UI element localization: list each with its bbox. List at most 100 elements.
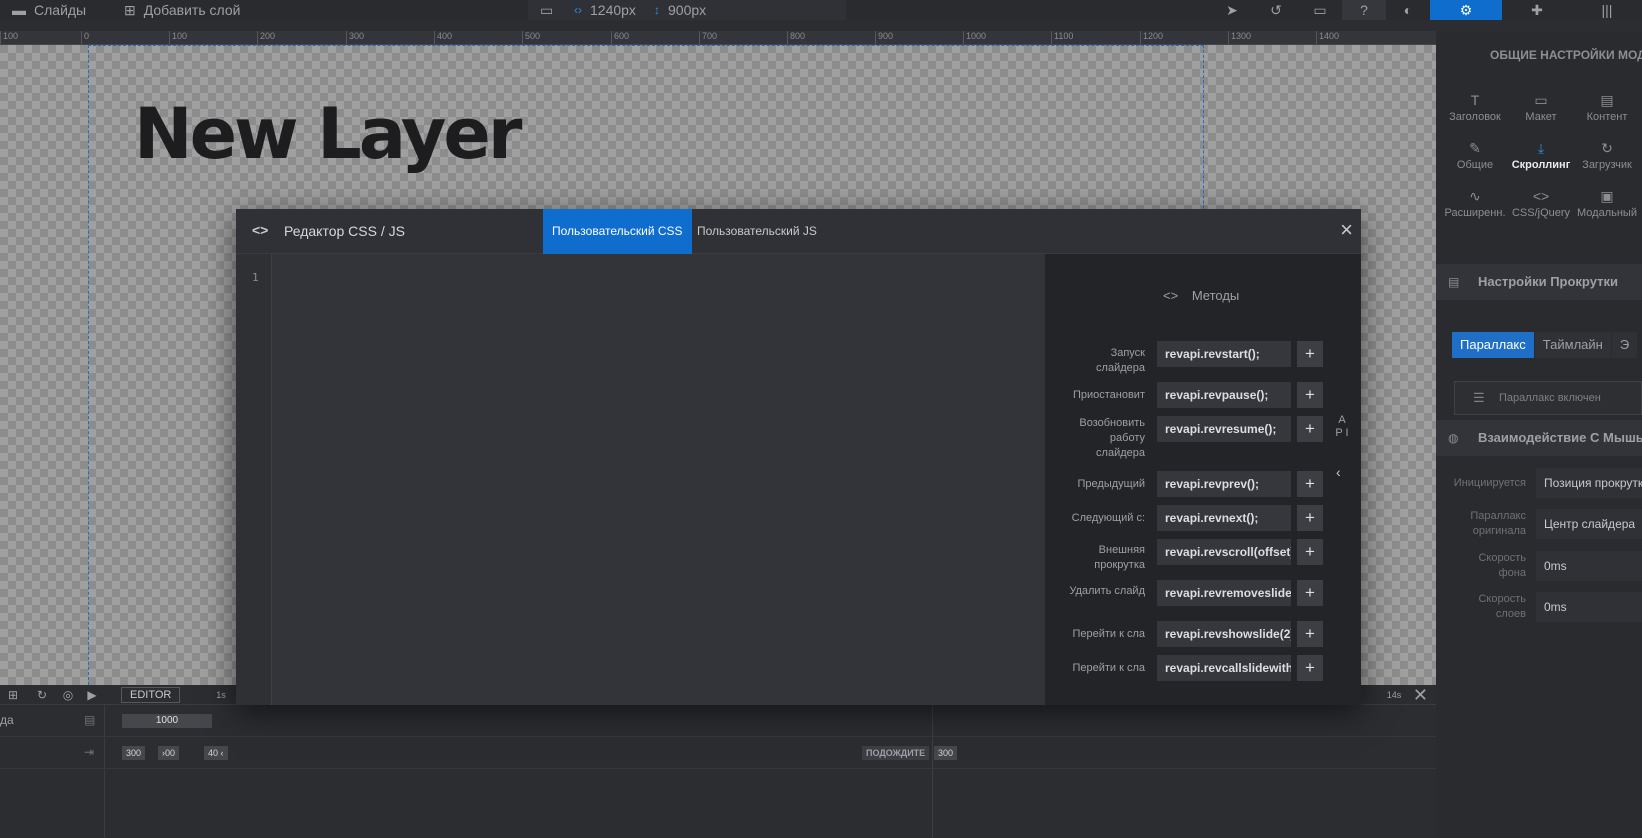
- loop-icon[interactable]: ↻: [35, 688, 49, 702]
- ruler-tick: 1200: [1140, 31, 1163, 44]
- desktop-icon[interactable]: ▭: [540, 0, 553, 20]
- modal-header: <> Редактор CSS / JS Пользовательский CS…: [236, 209, 1361, 254]
- ruler-tick: 100: [0, 31, 18, 44]
- app-root: ▬ Слайды ⊞ Добавить слой ▭ ‹› 1240px ↕ 9…: [0, 0, 1642, 838]
- method-code[interactable]: revapi.revcallslidewith: [1157, 655, 1291, 681]
- navigation-icon[interactable]: ✚: [1502, 0, 1572, 20]
- settings-gear-icon[interactable]: ⚙: [1430, 0, 1502, 20]
- settings-grid-scrolling[interactable]: ⤓ Скроллинг: [1508, 137, 1574, 183]
- settings-grid-label: CSS/jQuery: [1511, 207, 1571, 219]
- methods-panel: <> Методы A P I ‹ Запуск слайдера revapi.…: [1045, 254, 1361, 705]
- frame-end-chip[interactable]: 40 ‹: [204, 746, 228, 760]
- panel-title: ОБЩИЕ НАСТРОЙКИ МОД: [1490, 48, 1642, 62]
- tab-custom-css[interactable]: Пользовательский CSS: [543, 209, 692, 254]
- text-layer[interactable]: New Layer: [134, 93, 522, 175]
- slides-menu[interactable]: ▬ Слайды: [12, 0, 86, 20]
- mouse-interaction-section[interactable]: ◍ Взаимодействие С Мышью: [1436, 420, 1642, 456]
- horizontal-ruler: 100 0 100 200 300 400 500 600 700 800 900 1000 1100 1…: [0, 31, 1436, 45]
- method-code[interactable]: revapi.revnext();: [1157, 505, 1291, 531]
- line-gutter: 1: [236, 254, 272, 705]
- chevron-left-icon[interactable]: ‹: [1336, 464, 1341, 480]
- code-editor[interactable]: 1: [236, 254, 1045, 705]
- wait-value[interactable]: 300: [934, 746, 958, 760]
- code-icon: <>: [1163, 288, 1179, 303]
- settings-grid-heading[interactable]: T Заголовок: [1442, 89, 1508, 135]
- settings-grid-modal[interactable]: ▣ Модальный: [1574, 185, 1640, 231]
- contrast-icon[interactable]: ◐: [1386, 0, 1430, 20]
- editor-mode-chip[interactable]: EDITOR: [121, 687, 181, 703]
- add-method-button[interactable]: +: [1297, 341, 1323, 367]
- scroll-settings-section[interactable]: ▤ Настройки Прокрутки: [1436, 264, 1642, 300]
- settings-grid-content[interactable]: ▤ Контент: [1574, 89, 1640, 135]
- method-code[interactable]: revapi.revresume();: [1157, 416, 1291, 442]
- ruler-tick: 1300: [1228, 31, 1251, 44]
- undo-icon[interactable]: ↺: [1254, 0, 1298, 20]
- ruler-tick: 800: [787, 31, 805, 44]
- method-code[interactable]: revapi.revscroll(offset): [1157, 539, 1291, 565]
- settings-grid-label: Заголовок: [1449, 111, 1501, 123]
- method-code[interactable]: revapi.revstart();: [1157, 341, 1291, 367]
- trigger-select[interactable]: Позиция прокрутк: [1536, 468, 1642, 498]
- arrow-left-icon: ‹: [218, 748, 224, 758]
- add-method-button[interactable]: +: [1297, 580, 1323, 606]
- add-method-button[interactable]: +: [1297, 471, 1323, 497]
- add-method-button[interactable]: +: [1297, 621, 1323, 647]
- modal-title: Редактор CSS / JS: [284, 223, 405, 239]
- tab-custom-js[interactable]: Пользовательский JS: [688, 209, 826, 254]
- method-label: Следующий с:: [1071, 512, 1145, 524]
- advanced-icon: ∿: [1469, 188, 1481, 204]
- settings-grid-loader[interactable]: ↻ Загрузчик: [1574, 137, 1640, 183]
- add-method-button[interactable]: +: [1297, 505, 1323, 531]
- settings-grid-css-jquery[interactable]: <> CSS/jQuery: [1508, 185, 1574, 231]
- heading-icon: T: [1470, 92, 1480, 108]
- method-code[interactable]: revapi.revprev();: [1157, 471, 1291, 497]
- frame-start-chip[interactable]: 300: [122, 746, 146, 760]
- ruler-tick: 700: [699, 31, 717, 44]
- settings-grid-general[interactable]: ✎ Общие: [1442, 137, 1508, 183]
- bg-speed-input[interactable]: 0ms: [1536, 551, 1642, 581]
- frame-mid-chip[interactable]: ›00: [158, 746, 180, 760]
- timeline-row-layer: ⇥ 300 ›00 40 ‹ ПОДОЖДИТЕ 300: [0, 737, 1436, 769]
- timer-icon[interactable]: ◎: [61, 688, 75, 702]
- ruler-tick: 600: [611, 31, 629, 44]
- height-field[interactable]: ↕ 900px: [654, 0, 706, 20]
- add-layer-button[interactable]: ⊞ Добавить слой: [124, 0, 240, 20]
- method-code[interactable]: revapi.revremoveslide(: [1157, 580, 1291, 606]
- add-method-button[interactable]: +: [1297, 655, 1323, 681]
- method-code[interactable]: revapi.revpause();: [1157, 382, 1291, 408]
- tab-extra[interactable]: Э: [1611, 332, 1638, 358]
- modal-icon: ▣: [1600, 188, 1614, 204]
- method-code[interactable]: revapi.revshowslide(2): [1157, 621, 1291, 647]
- settings-grid-layout[interactable]: ▭ Макет: [1508, 89, 1574, 135]
- parallax-toggle-field[interactable]: ☰ Параллакс включен: [1454, 381, 1642, 415]
- ruler-tick: 1400: [1316, 31, 1339, 44]
- folder-icon: ▤: [1448, 275, 1460, 289]
- api-side-tab[interactable]: A P I: [1335, 414, 1349, 440]
- preview-icon[interactable]: ▭: [1298, 0, 1342, 20]
- play-icon[interactable]: ▶: [85, 688, 99, 702]
- methods-header: <> Методы: [1163, 288, 1239, 303]
- settings-grid-advanced[interactable]: ∿ Расширенн.: [1442, 185, 1508, 231]
- layers-icon[interactable]: |||: [1572, 0, 1642, 20]
- width-field[interactable]: ‹› 1240px: [574, 0, 636, 20]
- tab-timeline[interactable]: Таймлайн: [1534, 332, 1611, 358]
- add-method-button[interactable]: +: [1297, 416, 1323, 442]
- close-icon[interactable]: ×: [1340, 219, 1353, 241]
- add-method-button[interactable]: +: [1297, 539, 1323, 565]
- ruler-tick: 900: [875, 31, 893, 44]
- dimension-box: ▭ ‹› 1240px ↕ 900px: [528, 0, 846, 20]
- tab-parallax[interactable]: Параллакс: [1452, 332, 1534, 358]
- timeline-row-slide: да ▤ 1000: [0, 705, 1436, 737]
- scrolling-icon: ⤓: [1537, 140, 1545, 156]
- pointer-icon[interactable]: ➤: [1210, 0, 1254, 20]
- help-icon[interactable]: ?: [1342, 0, 1386, 20]
- add-method-button[interactable]: +: [1297, 382, 1323, 408]
- layer-speed-input[interactable]: 0ms: [1536, 592, 1642, 622]
- origin-select[interactable]: Центр слайдера: [1536, 509, 1642, 539]
- toggle-icon: ☰: [1473, 390, 1485, 405]
- grid-icon[interactable]: ⊞: [6, 688, 20, 702]
- frame-end-value: 40: [208, 748, 219, 758]
- height-icon: ↕: [654, 3, 660, 17]
- timeline-close-icon[interactable]: ✕: [1413, 685, 1428, 706]
- slide-duration-bar[interactable]: 1000: [122, 714, 212, 728]
